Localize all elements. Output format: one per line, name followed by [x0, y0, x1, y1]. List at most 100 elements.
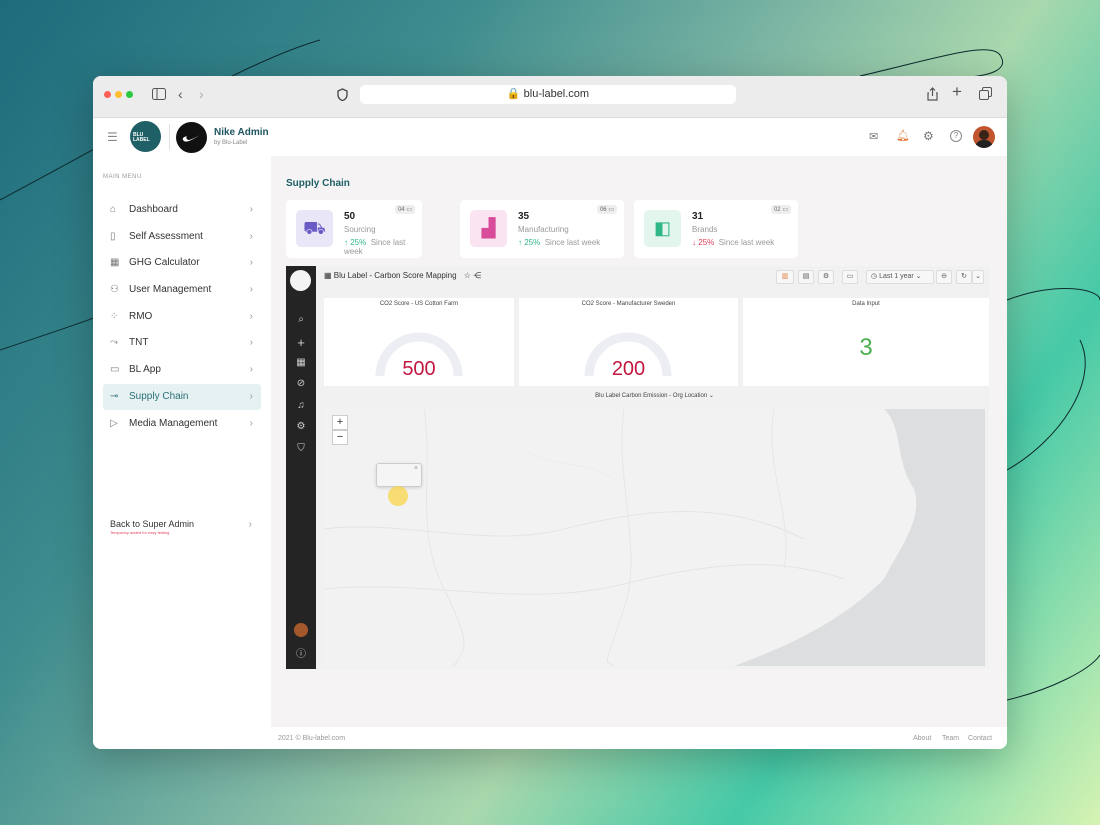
- map-tiles: [324, 409, 985, 666]
- sidebar-item-tnt[interactable]: ⤳ TNT ›: [103, 330, 261, 356]
- gauge-card-us-cotton-farm[interactable]: CO2 Score - US Cotton Farm 500: [324, 298, 514, 386]
- minimize-window-button[interactable]: [115, 91, 122, 98]
- dashboard-title-row: ▦ Blu Label - Carbon Score Mapping ☆ ⋲: [324, 271, 481, 280]
- sidebar-item-label: TNT: [129, 337, 149, 348]
- video-count-badge: 04 ▭: [394, 205, 415, 214]
- tabs-overview-icon[interactable]: [979, 87, 992, 103]
- search-icon[interactable]: ⌕: [286, 314, 316, 325]
- stat-card-data-input[interactable]: Data Input 3: [743, 298, 989, 386]
- back-icon[interactable]: ‹: [178, 87, 183, 101]
- back-to-super-admin[interactable]: Back to Super Admin Temporary added for …: [110, 519, 260, 543]
- dashboard-title[interactable]: Blu Label - Carbon Score Mapping: [334, 271, 457, 280]
- app-header: ☰ BLU LABEL Nike Admin by Blu-Label ✉ 🔔︎…: [93, 118, 1007, 156]
- dashboard-settings-icon[interactable]: ⚙: [818, 270, 834, 284]
- sidebar-item-label: BL App: [129, 364, 161, 375]
- shield-admin-icon[interactable]: ⛉: [286, 443, 316, 454]
- chevron-right-icon: ›: [249, 284, 253, 295]
- new-tab-icon[interactable]: +: [952, 83, 962, 100]
- sidebar-item-supply-chain[interactable]: ⊸ Supply Chain ›: [103, 384, 261, 410]
- star-icon[interactable]: ☆: [464, 271, 471, 280]
- lock-icon: 🔒: [506, 88, 521, 100]
- chevron-right-icon: ›: [249, 364, 253, 375]
- stat-change: ↑ 25% Since last week: [344, 238, 422, 256]
- settings-gear-icon[interactable]: ⚙: [923, 129, 934, 143]
- sidebar-item-self-assessment[interactable]: ▯ Self Assessment ›: [103, 224, 261, 250]
- time-range-picker[interactable]: ◷ Last 1 year ⌄: [866, 270, 934, 284]
- user-avatar[interactable]: [973, 126, 995, 148]
- refresh-icon[interactable]: ↻: [956, 270, 972, 284]
- share-link-icon[interactable]: ⋲: [473, 271, 481, 280]
- address-bar[interactable]: 🔒 blu-label.com: [360, 85, 736, 104]
- sidebar-item-label: Media Management: [129, 418, 218, 429]
- close-window-button[interactable]: [104, 91, 111, 98]
- refresh-dropdown-icon[interactable]: ⌄: [972, 270, 984, 284]
- badge-count: 04: [397, 207, 405, 213]
- gauge-card-manufacturer-sweden[interactable]: CO2 Score - Manufacturer Sweden 200: [519, 298, 738, 386]
- blu-label-logo: BLU LABEL: [130, 121, 161, 152]
- stat-label: Manufacturing: [518, 225, 569, 234]
- sidebar-item-ghg-calculator[interactable]: ▦ GHG Calculator ›: [103, 250, 261, 276]
- zoom-out-icon[interactable]: ⊖: [936, 270, 952, 284]
- dashboards-icon[interactable]: ▦: [286, 357, 316, 368]
- camera-icon: ▭: [782, 207, 788, 213]
- maximize-window-button[interactable]: [126, 91, 133, 98]
- stat-change-value: 25%: [350, 238, 367, 247]
- clock-icon: ◷: [871, 273, 878, 280]
- embedded-dashboard: ⌕ + ▦ ⊘ ♫ ⚙ ⛉ ⓘ ▦ Blu Label - Carbon Sco…: [286, 266, 989, 669]
- sidebar-item-label: User Management: [129, 284, 212, 295]
- stat-card-sourcing[interactable]: ⛟ 50 Sourcing ↑ 25% Since last week 04 ▭: [286, 200, 422, 258]
- home-icon: ⌂: [110, 204, 117, 215]
- stat-card-manufacturing[interactable]: ▟ 35 Manufacturing ↑ 25% Since last week…: [460, 200, 624, 258]
- sidebar-item-bl-app[interactable]: ▭ BL App ›: [103, 357, 261, 383]
- save-icon[interactable]: ▤: [798, 270, 814, 284]
- map-panel-title[interactable]: Blu Label Carbon Emission - Org Location…: [324, 392, 985, 399]
- footer-link-about[interactable]: About: [913, 735, 931, 742]
- sidebar-item-media-management[interactable]: ▷ Media Management ›: [103, 411, 261, 437]
- video-count-badge: 06 ▭: [596, 205, 617, 214]
- sidebar-toggle-icon[interactable]: [152, 88, 166, 103]
- back-note: Temporary added for easy testing: [110, 530, 170, 535]
- video-icon: ▷: [110, 418, 118, 429]
- stat-change-value: 25%: [524, 238, 541, 247]
- forward-icon[interactable]: ›: [199, 87, 204, 101]
- popup-close-icon[interactable]: ×: [414, 465, 418, 472]
- account-name[interactable]: Nike Admin: [214, 127, 269, 138]
- plus-icon[interactable]: +: [286, 335, 316, 350]
- camera-icon: ▭: [608, 207, 614, 213]
- stat-card-brands[interactable]: ◧ 31 Brands ↓ 25% Since last week 02 ▭: [634, 200, 798, 258]
- logo-text: BLU LABEL: [133, 132, 150, 143]
- help-circle-icon[interactable]: ⓘ: [286, 645, 316, 660]
- hamburger-menu-icon[interactable]: ☰: [107, 130, 118, 144]
- sidebar-item-dashboard[interactable]: ⌂ Dashboard ›: [103, 197, 261, 223]
- share-icon[interactable]: [927, 87, 938, 104]
- config-gear-icon[interactable]: ⚙: [286, 421, 316, 432]
- mail-icon[interactable]: ✉: [869, 130, 878, 143]
- location-marker[interactable]: [388, 486, 408, 506]
- bell-icon[interactable]: 🔔︎: [896, 129, 910, 142]
- stat-value: 35: [518, 211, 530, 222]
- footer-link-contact[interactable]: Contact: [968, 735, 992, 742]
- explore-icon[interactable]: ⊘: [286, 378, 316, 389]
- add-panel-icon[interactable]: ▥: [776, 270, 794, 284]
- map-zoom-in-button[interactable]: +: [332, 415, 348, 430]
- alert-bell-icon[interactable]: ♫: [286, 400, 316, 411]
- map-zoom-out-button[interactable]: −: [332, 430, 348, 445]
- tv-mode-icon[interactable]: ▭: [842, 270, 858, 284]
- footer: 2021 © Blu-label.com About Team Contact: [271, 727, 1007, 749]
- sidebar-item-rmo[interactable]: ⁘ RMO ›: [103, 304, 261, 330]
- stat-change-value: 25%: [698, 238, 715, 247]
- sidebar-item-user-management[interactable]: ⚇ User Management ›: [103, 277, 261, 303]
- rail-user-avatar[interactable]: [294, 623, 308, 637]
- video-count-badge: 02 ▭: [770, 205, 791, 214]
- stat-label: Brands: [692, 225, 718, 234]
- link-icon: ⊸: [110, 391, 119, 402]
- nike-swoosh-icon: [182, 135, 200, 142]
- stat-since: Since last week: [544, 238, 601, 247]
- location-map[interactable]: + − ×: [324, 409, 985, 666]
- sidebar-item-label: Dashboard: [129, 204, 178, 215]
- chevron-right-icon: ›: [248, 519, 252, 530]
- app-icon: ▭: [110, 364, 120, 375]
- footer-link-team[interactable]: Team: [942, 735, 959, 742]
- calculator-icon: ▦: [110, 257, 120, 268]
- help-icon[interactable]: ?: [950, 130, 962, 142]
